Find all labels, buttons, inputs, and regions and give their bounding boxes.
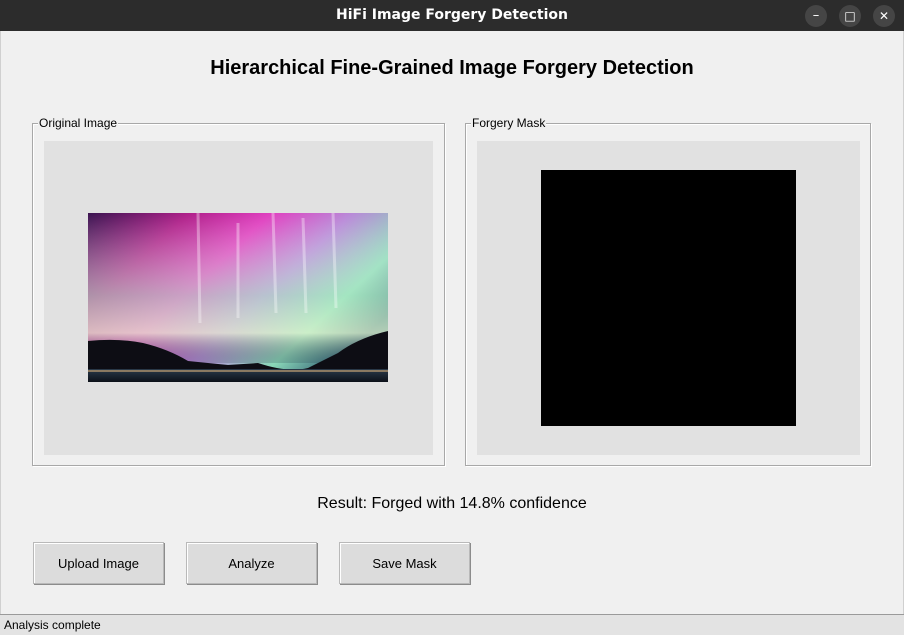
original-image-label: Original Image [38,116,119,130]
maximize-button[interactable]: □ [839,5,861,27]
aurora-photo [88,213,388,382]
close-icon: ✕ [878,9,890,23]
minimize-button[interactable]: – [805,5,827,27]
maximize-icon: □ [844,9,856,23]
title-bar: HiFi Image Forgery Detection – □ ✕ [0,0,904,31]
forgery-mask-image [541,170,796,426]
save-mask-button[interactable]: Save Mask [339,542,470,584]
minimize-icon: – [812,8,820,23]
close-button[interactable]: ✕ [873,5,895,27]
window-title: HiFi Image Forgery Detection [335,7,568,23]
upload-image-button[interactable]: Upload Image [33,542,164,584]
aurora-photo-image [88,213,388,382]
status-text: Analysis complete [4,618,101,632]
analyze-button[interactable]: Analyze [186,542,317,584]
forgery-mask-label: Forgery Mask [471,116,547,130]
page-title: Hierarchical Fine-Grained Image Forgery … [210,57,694,79]
result-text: Result: Forged with 14.8% confidence [317,495,587,512]
status-bar: Analysis complete [0,614,904,635]
